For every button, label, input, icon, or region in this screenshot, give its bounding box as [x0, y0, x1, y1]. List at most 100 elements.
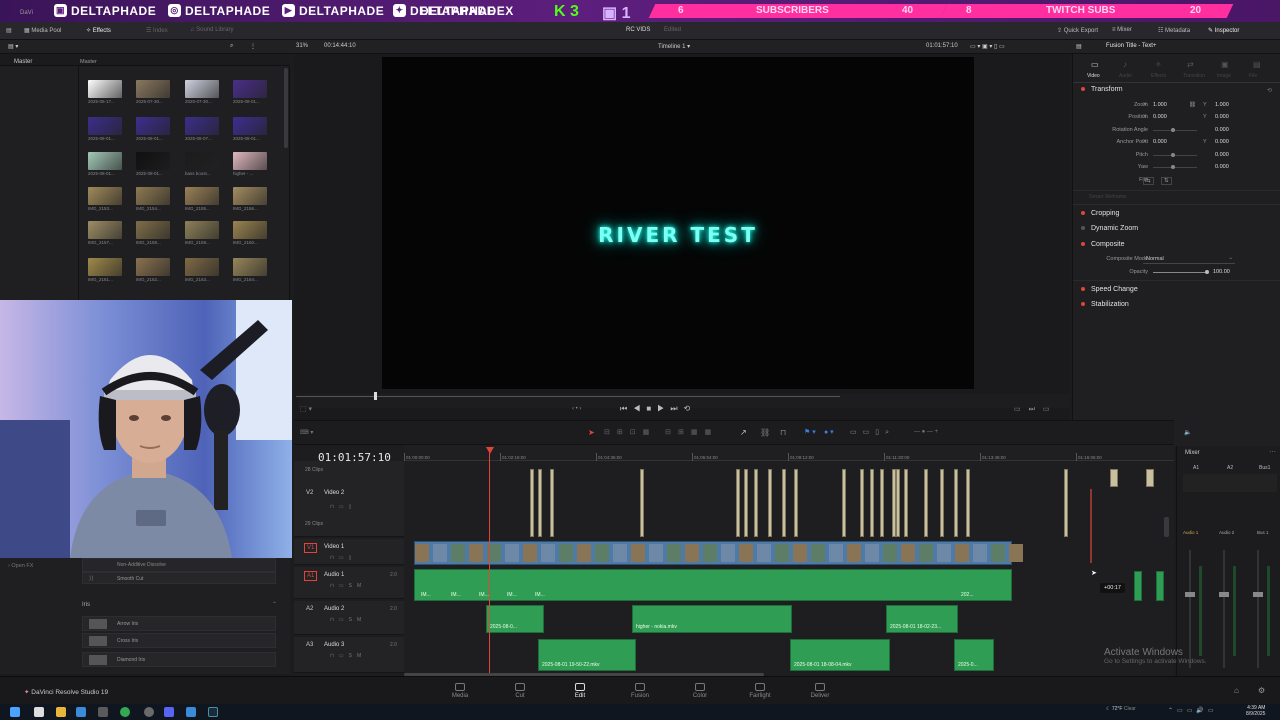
- open-fx-group[interactable]: › Open FX: [8, 563, 33, 569]
- file-explorer-icon[interactable]: [56, 707, 66, 717]
- track-header-a1[interactable]: A1 Audio 1 2.0 ⊓▭SM: [294, 567, 404, 599]
- inspector-tab-icon[interactable]: ♪: [1123, 60, 1127, 69]
- timeline-options-icon[interactable]: ⌨ ▾: [300, 429, 313, 436]
- v2-title-clip[interactable]: [842, 469, 846, 537]
- collapse-icon[interactable]: ⌃: [272, 601, 277, 608]
- media-thumbnail[interactable]: [88, 80, 122, 98]
- viewer-layout-icon[interactable]: ▭ ▾ ▣ ▾ ▯ ▭: [970, 43, 1005, 50]
- page-tab-media[interactable]: Media: [440, 683, 480, 699]
- pitch-field[interactable]: 0.000: [1215, 152, 1229, 158]
- app-icon[interactable]: [186, 707, 196, 717]
- track-header-a3[interactable]: A3 Audio 3 2.0 ⊓▭SM: [294, 637, 404, 673]
- a3-audio-clip[interactable]: 2025-08-01 19-50-22.mkv: [538, 639, 636, 671]
- eq-strip[interactable]: [1183, 474, 1277, 492]
- scrubber-playhead[interactable]: [373, 392, 377, 400]
- a3-audio-clip[interactable]: 2025-08-01 18-08-04.mkv: [790, 639, 890, 671]
- inspector-tab-icon[interactable]: ▤: [1253, 60, 1261, 69]
- media-thumbnail[interactable]: [88, 117, 122, 135]
- playhead-marker[interactable]: [486, 447, 494, 454]
- list-view-icon[interactable]: ▤ ▾: [8, 43, 18, 50]
- effect-item-diamond-iris[interactable]: Diamond Iris: [82, 652, 276, 667]
- media-thumbnail[interactable]: [136, 80, 170, 98]
- effect-item[interactable]: Non-Additive Dissolve: [82, 558, 276, 572]
- reset-icon[interactable]: ⟲: [1267, 87, 1272, 94]
- start-icon[interactable]: [10, 707, 20, 717]
- scrubber-track[interactable]: [296, 396, 840, 397]
- media-thumbnail[interactable]: [185, 187, 219, 205]
- zoom-x-field[interactable]: 1.000: [1153, 102, 1167, 108]
- media-thumbnail[interactable]: [185, 117, 219, 135]
- v2-title-clip[interactable]: [736, 469, 740, 537]
- v2-title-clip[interactable]: [904, 469, 908, 537]
- clock[interactable]: 4:39 AM 8/9/2025: [1246, 705, 1265, 717]
- inspector-panel-icon[interactable]: ▤: [1076, 43, 1082, 50]
- inspector-tab-video[interactable]: Video: [1087, 73, 1100, 79]
- media-thumbnail[interactable]: [233, 221, 267, 239]
- v2-title-clip[interactable]: [1110, 469, 1118, 487]
- flip-horizontal-icon[interactable]: ⇆: [1143, 177, 1154, 185]
- page-tab-deliver[interactable]: Deliver: [800, 683, 840, 699]
- section-enabled-icon[interactable]: [1081, 302, 1085, 307]
- track-controls[interactable]: ⊓▭SM: [330, 653, 366, 659]
- viewer-mode-icons[interactable]: ▭⏭▭: [1014, 405, 1058, 414]
- track-header-v1[interactable]: V1 Video 1 29 Clips ⊓▭▯: [294, 521, 404, 565]
- media-thumbnail[interactable]: [136, 152, 170, 170]
- search-icon[interactable]: ⌕: [230, 43, 233, 50]
- opacity-slider[interactable]: [1153, 272, 1207, 273]
- media-thumbnail[interactable]: [136, 258, 170, 276]
- tray-icons[interactable]: ⌃▭▭🔊▭: [1168, 707, 1218, 714]
- viewer-options-icon[interactable]: ⬚ ▾: [300, 405, 312, 413]
- media-thumbnail[interactable]: [185, 152, 219, 170]
- inspector-tab-audio[interactable]: Audio: [1119, 73, 1132, 79]
- viewer-canvas[interactable]: RIVER TEST: [382, 57, 974, 389]
- panel-toggle-icon[interactable]: ▤: [6, 27, 12, 34]
- metadata-tab[interactable]: ☷ Metadata: [1158, 27, 1190, 34]
- track-id[interactable]: V1: [304, 543, 318, 553]
- go-to-end-icon[interactable]: ⏭: [670, 404, 683, 413]
- media-thumbnail[interactable]: [185, 80, 219, 98]
- track-controls[interactable]: ⊓▭SM: [330, 617, 366, 623]
- slider-knob[interactable]: [1205, 270, 1209, 274]
- section-enabled-icon[interactable]: [1081, 242, 1085, 247]
- chrome-icon[interactable]: [120, 707, 130, 717]
- media-thumbnail[interactable]: [185, 221, 219, 239]
- v2-title-clip[interactable]: [966, 469, 970, 537]
- stop-icon[interactable]: ■: [646, 404, 657, 413]
- v1-video-track-clips[interactable]: [414, 541, 1023, 565]
- position-x-field[interactable]: 0.000: [1153, 114, 1167, 120]
- home-icon[interactable]: ⌂: [1234, 686, 1239, 695]
- stabilization-section-header[interactable]: Stabilization: [1081, 301, 1129, 308]
- a1-audio-clips[interactable]: IM... IM... IM... IM... IM... 202...: [414, 569, 1012, 601]
- media-pool-tab[interactable]: ▦ Media Pool: [24, 27, 61, 34]
- selection-tool-icon[interactable]: ➤: [588, 428, 595, 437]
- viewer-zoom[interactable]: 31%: [296, 43, 308, 49]
- rotation-field[interactable]: 0.000: [1215, 127, 1229, 133]
- reverse-icon[interactable]: ◀: [633, 404, 646, 413]
- position-y-field[interactable]: 0.000: [1215, 114, 1229, 120]
- edit-tools[interactable]: ⊟⊞⊡▦ ⊟⊞▦▦: [604, 428, 718, 436]
- v2-title-clip[interactable]: [640, 469, 644, 537]
- fader-bus1[interactable]: [1253, 592, 1263, 597]
- app-icon[interactable]: [76, 707, 86, 717]
- v2-title-clip[interactable]: [794, 469, 798, 537]
- v2-title-clip[interactable]: [954, 469, 958, 537]
- a2-audio-clip[interactable]: 2025-08-01 18-02-23...: [886, 605, 958, 633]
- v2-title-clip[interactable]: [782, 469, 786, 537]
- link-icon[interactable]: ⛓: [1189, 102, 1196, 108]
- effect-item[interactable]: ⟩⟩ Smooth Cut: [82, 572, 276, 584]
- fader-track-a2[interactable]: [1223, 550, 1225, 668]
- resolve-taskbar-icon[interactable]: [208, 707, 218, 717]
- track-header-a2[interactable]: A2 Audio 2 2.0 ⊓▭SM: [294, 601, 404, 635]
- v2-title-clip[interactable]: [1064, 469, 1068, 537]
- section-disabled-icon[interactable]: [1081, 226, 1085, 231]
- zoom-y-field[interactable]: 1.000: [1215, 102, 1229, 108]
- inspector-tab[interactable]: ✎ Inspector: [1208, 27, 1239, 34]
- media-thumbnail[interactable]: [233, 117, 267, 135]
- media-thumbnail[interactable]: [233, 187, 267, 205]
- v2-title-clip[interactable]: [860, 469, 864, 537]
- track-id[interactable]: A3: [304, 641, 315, 649]
- a2-audio-clip[interactable]: higher - nokia.mkv: [632, 605, 792, 633]
- flag-icon[interactable]: ⚑ ▾: [804, 428, 816, 436]
- zoom-slider[interactable]: — ● — +: [914, 429, 938, 435]
- inspector-tab-icon[interactable]: ▣: [1221, 60, 1229, 69]
